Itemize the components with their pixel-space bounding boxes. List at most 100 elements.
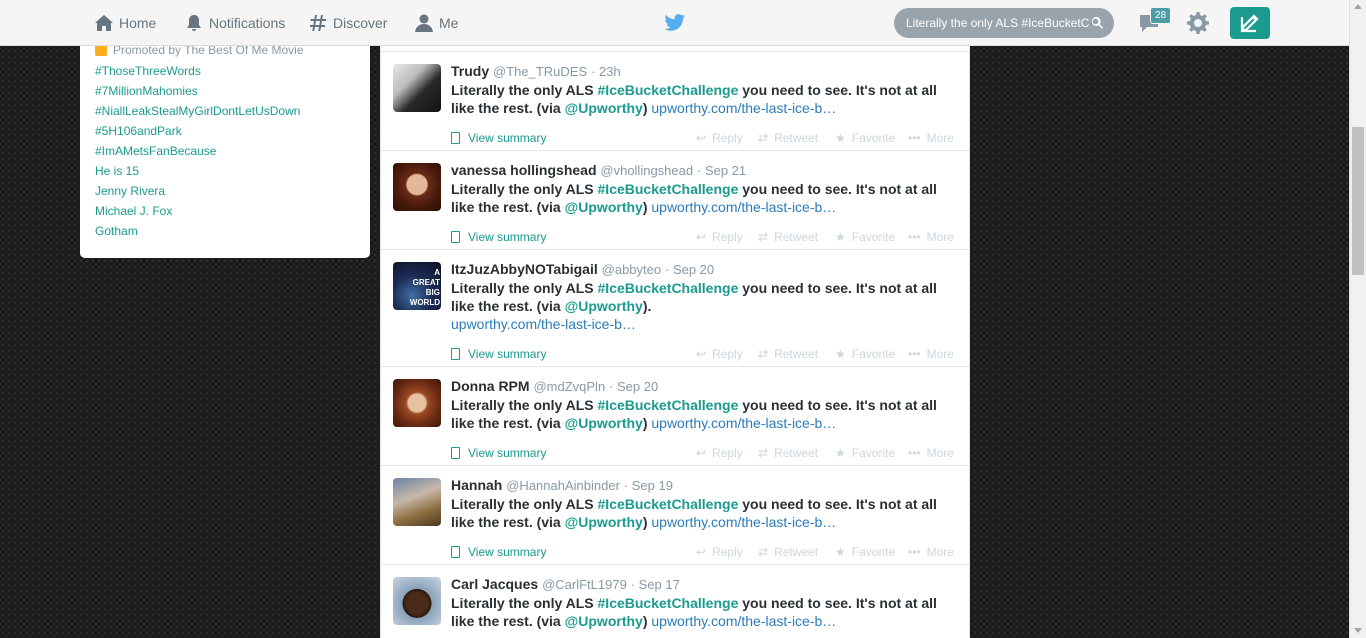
hashtag-link[interactable]: #IceBucketChallenge <box>598 82 739 98</box>
avatar[interactable]: A GREAT BIG WORLD <box>393 262 441 310</box>
tweet-author-handle[interactable]: @HannahAinbinder <box>506 478 620 493</box>
tweet-author-name[interactable]: Trudy <box>451 63 489 79</box>
nav-discover[interactable]: Discover <box>308 0 387 46</box>
view-summary-link[interactable]: View summary <box>451 230 546 244</box>
nav-notifications[interactable]: Notifications <box>184 0 285 46</box>
trend-item[interactable]: #ThoseThreeWords <box>95 64 300 84</box>
tweet-header: Carl Jacques @CarlFtL1979 · Sep 17 <box>451 576 680 592</box>
more-button[interactable]: ••• More <box>908 131 954 145</box>
compose-tweet-button[interactable] <box>1230 7 1270 39</box>
reply-button[interactable]: ↩ Reply <box>696 131 743 145</box>
trend-item[interactable]: Jenny Rivera <box>95 184 300 204</box>
reply-button[interactable]: ↩ Reply <box>696 446 743 460</box>
tweet-timestamp[interactable]: · Sep 21 <box>697 163 746 178</box>
tweet-author-handle[interactable]: @abbyteo <box>602 262 661 277</box>
view-summary-link[interactable]: View summary <box>451 545 546 559</box>
retweet-button[interactable]: ⇄ Retweet <box>758 131 818 145</box>
trend-item[interactable]: Michael J. Fox <box>95 204 300 224</box>
page-scrollbar[interactable] <box>1349 0 1366 638</box>
mention-link[interactable]: @Upworthy <box>565 199 643 215</box>
tweet-timestamp[interactable]: · Sep 17 <box>631 577 680 592</box>
hashtag-link[interactable]: #IceBucketChallenge <box>598 280 739 296</box>
tweet-author-name[interactable]: vanessa hollingshead <box>451 162 597 178</box>
favorite-button[interactable]: ★ Favorite <box>835 446 895 460</box>
more-button[interactable]: ••• More <box>908 545 954 559</box>
scroll-down-arrow-icon[interactable] <box>1354 628 1362 633</box>
tweet-timestamp[interactable]: · Sep 20 <box>665 262 714 277</box>
mention-link[interactable]: @Upworthy <box>565 298 643 314</box>
hashtag-link[interactable]: #IceBucketChallenge <box>598 496 739 512</box>
mention-link[interactable]: @Upworthy <box>565 100 643 116</box>
tweet-timestamp[interactable]: · Sep 20 <box>609 379 658 394</box>
trend-item[interactable]: #ImAMetsFanBecause <box>95 144 300 164</box>
scroll-up-arrow-icon[interactable] <box>1354 4 1362 9</box>
reply-button[interactable]: ↩ Reply <box>696 545 743 559</box>
tweet[interactable]: Trudy @The_TRuDES · 23h Literally the on… <box>381 52 969 151</box>
hashtag-link[interactable]: #IceBucketChallenge <box>598 397 739 413</box>
tweet-author-name[interactable]: ItzJuzAbbyNOTabigail <box>451 261 598 277</box>
favorite-button[interactable]: ★ Favorite <box>835 131 895 145</box>
retweet-button[interactable]: ⇄ Retweet <box>758 545 818 559</box>
url-link[interactable]: upworthy.com/the-last-ice-b… <box>451 316 636 332</box>
tweet[interactable]: A GREAT BIG WORLD ItzJuzAbbyNOTabigail @… <box>381 250 969 367</box>
url-link[interactable]: upworthy.com/the-last-ice-b… <box>651 199 836 215</box>
more-button[interactable]: ••• More <box>908 347 954 361</box>
tweet-actions: View summary ↩ Reply ⇄ Retweet ★ Favorite •… <box>451 230 961 246</box>
nav-home[interactable]: Home <box>94 0 156 46</box>
home-icon <box>95 15 113 31</box>
trend-item[interactable]: He is 15 <box>95 164 300 184</box>
url-link[interactable]: upworthy.com/the-last-ice-b… <box>651 415 836 431</box>
reply-button[interactable]: ↩ Reply <box>696 347 743 361</box>
tweet-author-name[interactable]: Hannah <box>451 477 502 493</box>
search-input[interactable]: Literally the only ALS #IceBucketC <box>894 8 1114 38</box>
favorite-button[interactable]: ★ Favorite <box>835 545 895 559</box>
search-icon[interactable] <box>1090 16 1104 30</box>
twitter-bird-logo[interactable] <box>664 12 686 34</box>
trend-item[interactable]: #NiallLeakStealMyGirlDontLetUsDown <box>95 104 300 124</box>
avatar[interactable] <box>393 478 441 526</box>
favorite-button[interactable]: ★ Favorite <box>835 347 895 361</box>
retweet-button[interactable]: ⇄ Retweet <box>758 230 818 244</box>
tweet[interactable]: vanessa hollingshead @vhollingshead · Se… <box>381 151 969 250</box>
view-summary-link[interactable]: View summary <box>451 347 546 361</box>
mention-link[interactable]: @Upworthy <box>565 415 643 431</box>
tweet-author-name[interactable]: Carl Jacques <box>451 576 538 592</box>
view-summary-link[interactable]: View summary <box>451 131 546 145</box>
tweet-author-handle[interactable]: @vhollingshead <box>600 163 693 178</box>
avatar[interactable] <box>393 577 441 625</box>
tweet-author-handle[interactable]: @The_TRuDES <box>493 64 587 79</box>
view-summary-link[interactable]: View summary <box>451 446 546 460</box>
hashtag-link[interactable]: #IceBucketChallenge <box>598 181 739 197</box>
tweet-author-handle[interactable]: @CarlFtL1979 <box>542 577 627 592</box>
avatar[interactable] <box>393 163 441 211</box>
trend-item[interactable]: Gotham <box>95 224 300 244</box>
settings-button[interactable] <box>1186 11 1210 35</box>
more-label: More <box>926 131 954 145</box>
more-button[interactable]: ••• More <box>908 230 954 244</box>
trend-item[interactable]: #5H106andPark <box>95 124 300 144</box>
avatar[interactable] <box>393 64 441 112</box>
hashtag-link[interactable]: #IceBucketChallenge <box>598 595 739 611</box>
scrollbar-thumb[interactable] <box>1352 127 1364 275</box>
tweet-author-handle[interactable]: @mdZvqPln <box>533 379 605 394</box>
avatar[interactable] <box>393 379 441 427</box>
url-link[interactable]: upworthy.com/the-last-ice-b… <box>651 514 836 530</box>
tweet[interactable]: Hannah @HannahAinbinder · Sep 19 Literal… <box>381 466 969 565</box>
url-link[interactable]: upworthy.com/the-last-ice-b… <box>651 613 836 629</box>
mention-link[interactable]: @Upworthy <box>565 613 643 629</box>
mention-link[interactable]: @Upworthy <box>565 514 643 530</box>
trend-item[interactable]: #7MillionMahomies <box>95 84 300 104</box>
url-link[interactable]: upworthy.com/the-last-ice-b… <box>651 100 836 116</box>
tweet[interactable]: Donna RPM @mdZvqPln · Sep 20 Literally t… <box>381 367 969 466</box>
tweet-timestamp[interactable]: · Sep 19 <box>624 478 673 493</box>
tweet[interactable]: Carl Jacques @CarlFtL1979 · Sep 17 Liter… <box>381 565 969 638</box>
retweet-button[interactable]: ⇄ Retweet <box>758 347 818 361</box>
favorite-button[interactable]: ★ Favorite <box>835 230 895 244</box>
more-button[interactable]: ••• More <box>908 446 954 460</box>
retweet-button[interactable]: ⇄ Retweet <box>758 446 818 460</box>
reply-button[interactable]: ↩ Reply <box>696 230 743 244</box>
tweet-author-name[interactable]: Donna RPM <box>451 378 530 394</box>
nav-me[interactable]: Me <box>414 0 458 46</box>
reply-icon: ↩ <box>696 446 707 460</box>
tweet-timestamp[interactable]: · 23h <box>591 64 621 79</box>
